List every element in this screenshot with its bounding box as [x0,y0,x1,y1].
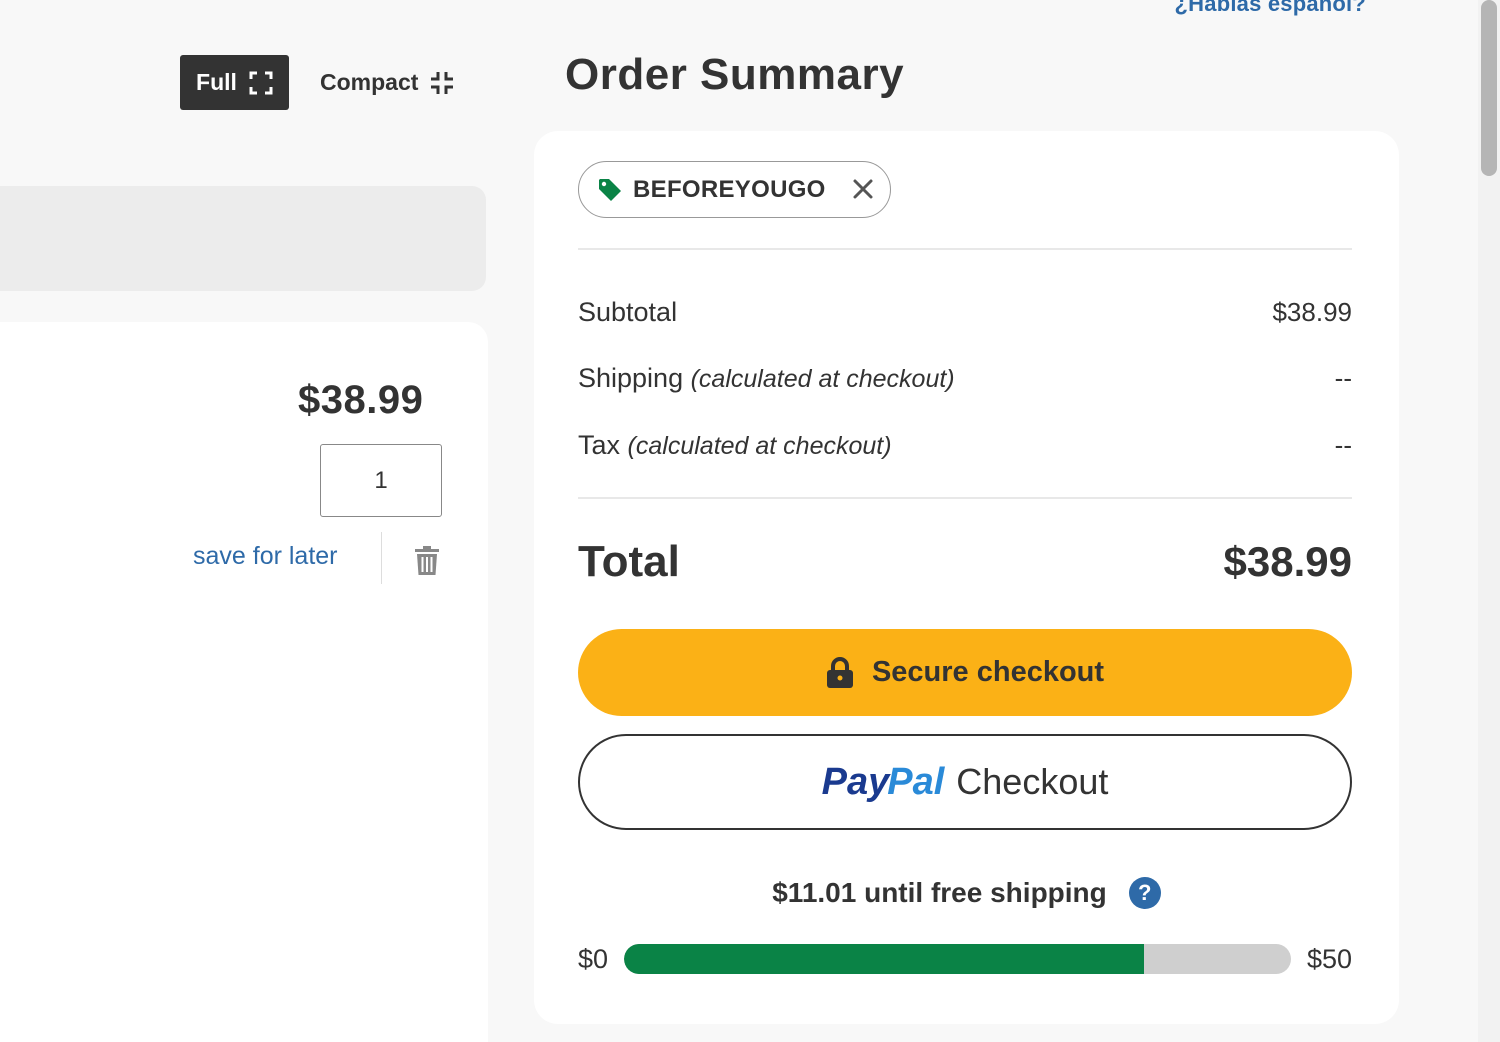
total-label: Total [578,537,680,586]
progress-max-label: $50 [1306,943,1352,974]
subtotal-label: Subtotal [578,297,678,327]
secure-checkout-label: Secure checkout [871,656,1105,688]
progress-fill [624,944,1145,974]
shipping-label: Shipping [578,363,684,393]
progress-track [624,944,1291,974]
promo-code: BEFOREYOUGO [633,175,826,203]
shipping-row: Shipping (calculated at checkout) -- [578,363,1352,394]
scrollbar-thumb[interactable] [1481,0,1497,176]
paypal-checkout-button[interactable]: PayPal Checkout [578,734,1352,830]
shipping-value: -- [1334,363,1352,393]
paypal-checkout-label: Checkout [956,761,1109,802]
summary-divider [578,248,1352,250]
close-icon[interactable] [850,176,876,202]
item-price: $38.99 [298,378,424,422]
compress-icon [431,71,454,94]
language-link[interactable]: ¿Hablas español? [1175,0,1366,17]
free-shipping-message: $11.01 until free shipping ? [534,877,1399,909]
lock-icon [826,656,853,688]
tax-label-group: Tax (calculated at checkout) [578,430,892,461]
paypal-logo-pay: Pay [821,760,890,803]
tax-note: (calculated at checkout) [627,432,892,460]
total-value: $38.99 [1223,538,1352,585]
cart-notice-panel [0,186,486,291]
expand-icon [249,71,273,94]
progress-min-label: $0 [578,943,609,974]
tax-row: Tax (calculated at checkout) -- [578,430,1352,461]
subtotal-row: Subtotal $38.99 [578,297,1352,328]
tag-icon [599,178,621,201]
promo-chip: BEFOREYOUGO [578,161,891,218]
view-full-label: Full [196,69,237,95]
order-summary-title: Order Summary [565,50,905,99]
shipping-note: (calculated at checkout) [690,365,955,393]
order-summary-card: BEFOREYOUGO Subtotal $38.99 Shipping (ca… [534,131,1399,1024]
paypal-logo: PayPal [822,761,945,804]
subtotal-value: $38.99 [1272,297,1352,327]
view-full-button[interactable]: Full [180,55,289,110]
question-icon[interactable]: ? [1128,877,1161,909]
trash-icon[interactable] [414,546,440,576]
tax-value: -- [1334,430,1352,460]
cart-page: ¿Hablas español? Full Compact $38.99 sav… [0,0,1500,1042]
tax-label: Tax [578,430,621,460]
scrollbar[interactable] [1478,0,1500,1042]
cart-item-panel [0,322,488,1042]
free-shipping-text: $11.01 until free shipping [772,877,1107,908]
action-divider [381,532,382,584]
view-compact-label: Compact [320,69,419,95]
shipping-label-group: Shipping (calculated at checkout) [578,363,955,394]
total-row: Total $38.99 [578,537,1352,587]
total-divider [578,497,1352,499]
save-for-later-link[interactable]: save for later [193,542,338,571]
quantity-input[interactable] [320,444,442,517]
paypal-logo-pal: Pal [887,760,945,803]
free-shipping-progress: $0 $50 [578,941,1352,977]
secure-checkout-button[interactable]: Secure checkout [578,629,1352,716]
view-compact-button[interactable]: Compact [320,55,454,110]
